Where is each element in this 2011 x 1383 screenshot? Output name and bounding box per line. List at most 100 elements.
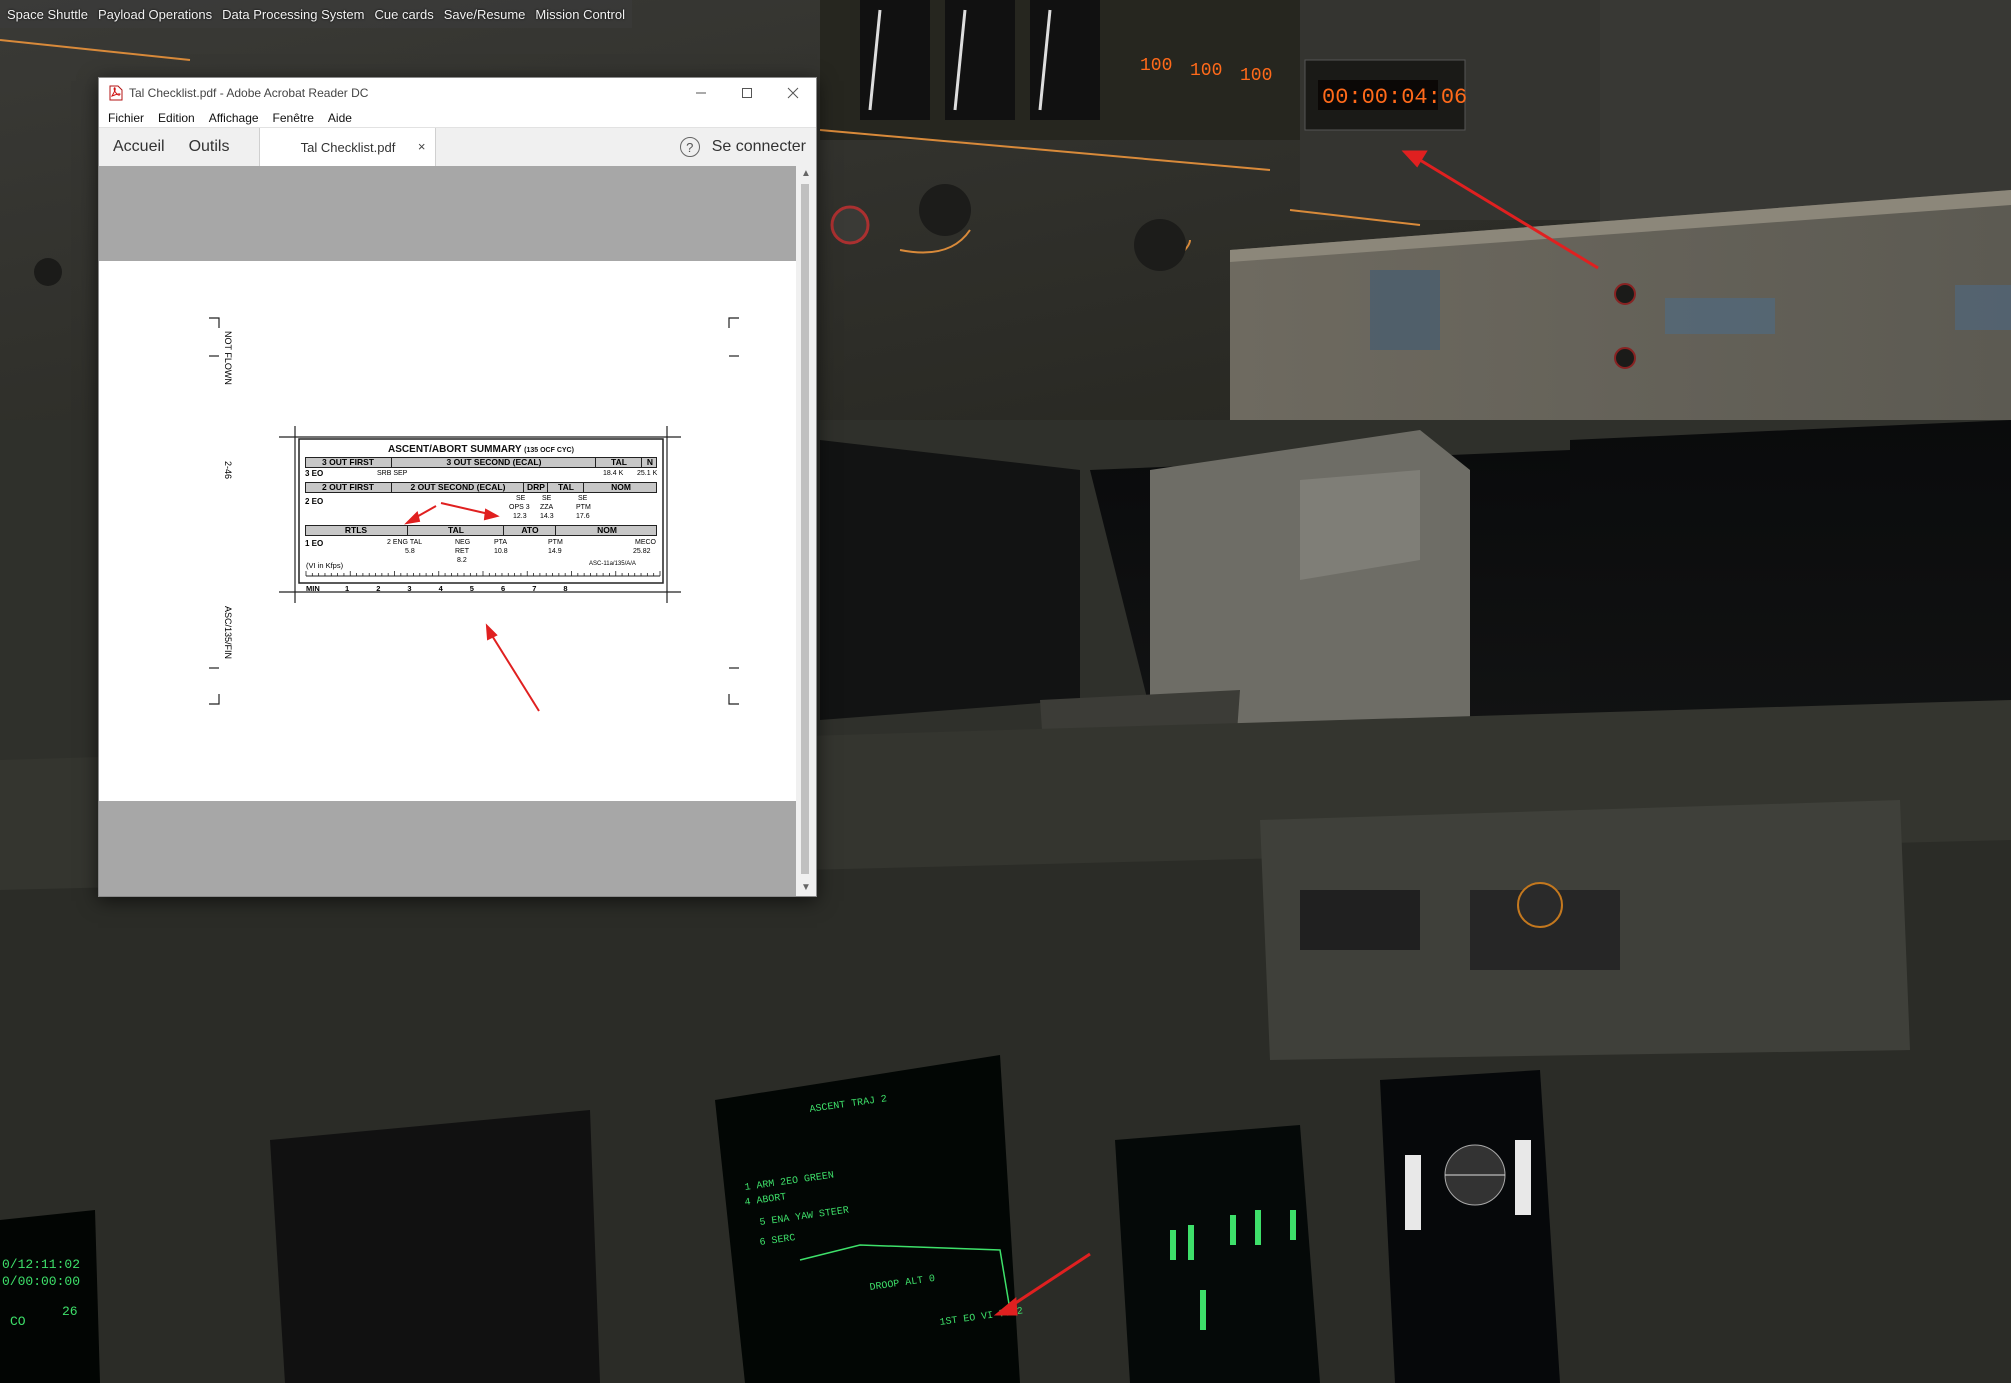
acrobat-menu-bar: Fichier Edition Affichage Fenêtre Aide	[99, 108, 816, 127]
axis-tick-label: 5	[469, 584, 474, 593]
row3-e1: MECO	[635, 539, 656, 546]
axis-tick-label: 8	[563, 584, 568, 593]
row3-label: 1 EO	[305, 539, 324, 548]
row3-nom: NOM	[555, 525, 658, 535]
row3-rtls: RTLS	[344, 525, 368, 535]
row2-tal: TAL	[547, 482, 584, 492]
menu-fichier[interactable]: Fichier	[99, 111, 151, 125]
scroll-down-arrow-icon[interactable]: ▼	[799, 882, 813, 894]
checklist-title-suffix: (135 OCF CYC)	[524, 447, 574, 454]
checklist-title-text: ASCENT/ABORT SUMMARY	[388, 444, 522, 455]
menu-affichage[interactable]: Affichage	[202, 111, 266, 125]
menu-edition[interactable]: Edition	[151, 111, 202, 125]
row2-c2c: 14.3	[540, 513, 554, 520]
svg-text:100: 100	[1190, 61, 1222, 81]
acrobat-window: Tal Checklist.pdf - Adobe Acrobat Reader…	[98, 77, 817, 897]
row2-2-out-first: 2 OUT FIRST	[322, 482, 374, 492]
side-label-not-flown: NOT FLOWN	[223, 331, 233, 385]
row2-drp: DRP	[523, 482, 548, 492]
row2-c1a: SE	[516, 495, 526, 502]
maximize-icon	[742, 88, 752, 98]
menu-space-shuttle[interactable]: Space Shuttle	[2, 7, 93, 22]
row2-label: 2 EO	[305, 497, 324, 506]
side-label-asc: ASC/135/FIN	[223, 606, 233, 660]
row3-c2: 10.8	[494, 548, 508, 555]
row1-value-1: 18.4 K	[603, 470, 624, 477]
row1-label: 3 EO	[305, 469, 324, 478]
minimize-icon	[696, 92, 706, 94]
row1-tal: TAL	[595, 457, 642, 467]
tab-accueil[interactable]: Accueil	[99, 128, 177, 166]
row2-c3b: PTM	[576, 504, 591, 511]
row3-code: ASC-11a/135/A/A	[589, 561, 636, 567]
tab-outils[interactable]: Outils	[177, 128, 242, 166]
menu-save-resume[interactable]: Save/Resume	[439, 7, 531, 22]
axis-tick-label: 4	[438, 584, 443, 593]
row1-value-2: 25.1 K	[637, 470, 658, 477]
axis-tick-label: 1	[345, 584, 350, 593]
row3-vi-units: (VI in Kfps)	[306, 561, 344, 570]
simulator-menu-bar: Space Shuttle Payload Operations Data Pr…	[0, 0, 632, 28]
row3-b2: RET	[455, 548, 469, 555]
vertical-scrollbar[interactable]: ▲ ▼	[796, 166, 816, 896]
svg-text:100: 100	[1240, 66, 1272, 86]
row1-srb-sep: SRB SEP	[377, 470, 408, 477]
sign-in-button[interactable]: Se connecter	[712, 138, 806, 156]
row3-a2: 5.8	[405, 548, 415, 555]
row3-ato: ATO	[503, 525, 556, 535]
svg-text:0/00:00:00: 0/00:00:00	[2, 1274, 80, 1289]
close-window-button[interactable]	[770, 78, 816, 108]
row3-b3: 8.2	[457, 557, 467, 564]
svg-text:CO: CO	[10, 1314, 26, 1329]
pdf-file-icon	[109, 85, 123, 101]
row3-tal: TAL	[407, 525, 504, 535]
row3-d1: PTM	[548, 539, 563, 546]
row3-e2: 25.82	[633, 548, 651, 555]
window-title-bar[interactable]: Tal Checklist.pdf - Adobe Acrobat Reader…	[99, 78, 816, 108]
menu-payload-operations[interactable]: Payload Operations	[93, 7, 217, 22]
menu-mission-control[interactable]: Mission Control	[530, 7, 630, 22]
axis-tick-label: 6	[501, 584, 506, 593]
scroll-up-arrow-icon[interactable]: ▲	[799, 168, 813, 180]
row3-d2: 14.9	[548, 548, 562, 555]
document-view[interactable]: NOT FLOWN 2-46 ASC/135/FIN ASCENT/ABORT …	[99, 166, 796, 896]
close-tab-icon[interactable]: ×	[418, 139, 426, 154]
side-label-page-number: 2-46	[223, 461, 233, 480]
row2-c2b: ZZA	[540, 504, 554, 511]
pdf-page: NOT FLOWN 2-46 ASC/135/FIN ASCENT/ABORT …	[99, 261, 796, 801]
close-icon	[787, 87, 799, 99]
minimize-button[interactable]	[678, 78, 724, 108]
maximize-button[interactable]	[724, 78, 770, 108]
tab-document[interactable]: Tal Checklist.pdf ×	[259, 128, 437, 166]
row2-nom: NOM	[583, 482, 658, 492]
svg-text:26: 26	[62, 1304, 78, 1319]
menu-fenetre[interactable]: Fenêtre	[266, 111, 321, 125]
row1-3-out-first: 3 OUT FIRST	[322, 457, 374, 467]
row2-c2a: SE	[542, 495, 552, 502]
row3-c1: PTA	[494, 539, 508, 546]
row3-b1: NEG	[455, 539, 471, 546]
row3-a1: 2 ENG TAL	[387, 539, 423, 546]
axis-min-label: MIN	[306, 584, 320, 593]
axis-tick-label: 7	[532, 584, 537, 593]
row1-3-out-second: 3 OUT SECOND (ECAL)	[391, 457, 596, 467]
acrobat-tab-bar: Accueil Outils Tal Checklist.pdf × ? Se …	[99, 127, 816, 167]
row2-c1c: 12.3	[513, 513, 527, 520]
menu-cue-cards[interactable]: Cue cards	[369, 7, 438, 22]
scrollbar-thumb[interactable]	[801, 184, 809, 874]
row2-2-out-second: 2 OUT SECOND (ECAL)	[391, 482, 524, 492]
row1-n: N	[641, 457, 658, 467]
svg-text:00:00:04:06: 00:00:04:06	[1322, 85, 1467, 110]
help-icon[interactable]: ?	[679, 137, 700, 157]
row2-c3c: 17.6	[576, 513, 590, 520]
simulator-viewport: 00:00:04:06 100 100 100 ASCENT TRAJ 2 1 …	[0, 0, 2011, 1383]
checklist-title: ASCENT/ABORT SUMMARY (135 OCF CYC)	[299, 444, 663, 455]
axis-tick-label: 3	[407, 584, 412, 593]
menu-aide[interactable]: Aide	[321, 111, 359, 125]
svg-text:100: 100	[1140, 56, 1172, 76]
window-title: Tal Checklist.pdf - Adobe Acrobat Reader…	[129, 86, 369, 100]
menu-data-processing-system[interactable]: Data Processing System	[217, 7, 369, 22]
axis-tick-label: 2	[376, 584, 381, 593]
document-tab-label: Tal Checklist.pdf	[300, 139, 396, 155]
row2-c1b: OPS 3	[509, 504, 530, 511]
